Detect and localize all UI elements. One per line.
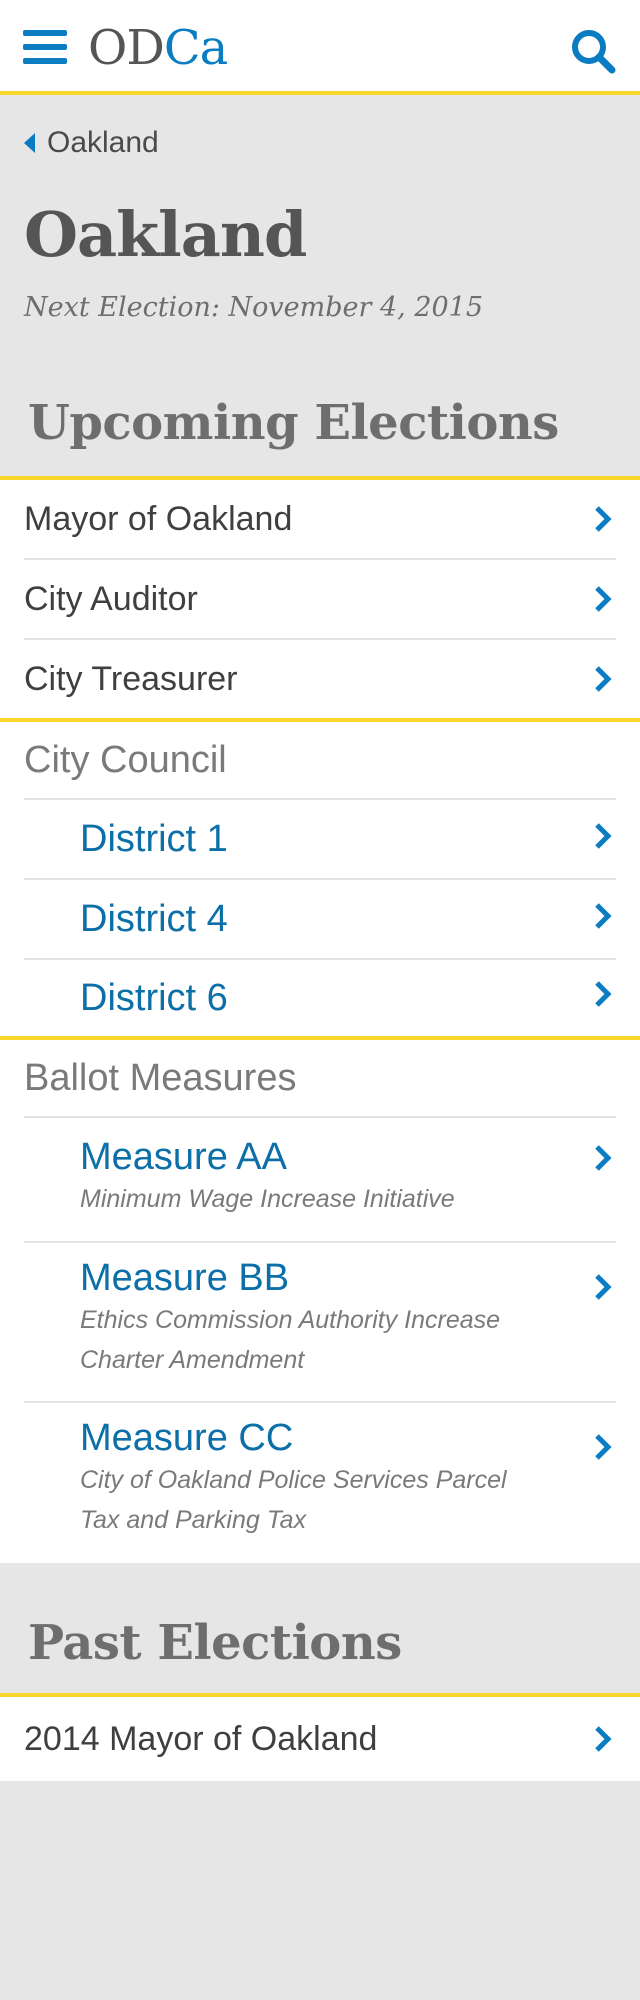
- district-6-link[interactable]: District 6: [24, 960, 616, 1036]
- page-title: Oakland: [24, 198, 307, 271]
- list-item-mayor[interactable]: Mayor of Oakland: [24, 480, 616, 560]
- district-1-link[interactable]: District 1: [24, 800, 616, 880]
- district-4-link[interactable]: District 4: [24, 880, 616, 960]
- breadcrumb-label: Oakland: [47, 126, 159, 159]
- chevron-right-icon: [595, 1726, 612, 1752]
- measure-description: Ethics Commission Authority Increase Cha…: [80, 1306, 501, 1374]
- chevron-right-icon: [595, 823, 612, 849]
- past-elections-list: 2014 Mayor of Oakland: [0, 1697, 640, 1781]
- list-item-2014-mayor[interactable]: 2014 Mayor of Oakland: [24, 1697, 616, 1781]
- measure-cc-link[interactable]: Measure CC City of Oakland Police Servic…: [24, 1403, 616, 1543]
- measure-label: Measure CC: [80, 1417, 294, 1459]
- district-label: District 6: [80, 976, 228, 1019]
- past-elections-heading: Past Elections: [28, 1615, 402, 1671]
- ballot-measures-title: Ballot Measures: [24, 1040, 616, 1118]
- chevron-right-icon: [595, 1145, 612, 1171]
- chevron-right-icon: [595, 981, 612, 1007]
- ballot-measures-group: Ballot Measures Measure AA Minimum Wage …: [0, 1040, 640, 1563]
- past-elections-header: Past Elections: [0, 1563, 640, 1693]
- measure-bb-link[interactable]: Measure BB Ethics Commission Authority I…: [24, 1243, 616, 1403]
- district-label: District 4: [80, 897, 228, 940]
- chevron-right-icon: [595, 506, 612, 532]
- site-logo[interactable]: ODCa: [88, 18, 228, 78]
- list-item-label: 2014 Mayor of Oakland: [24, 1719, 378, 1758]
- city-council-title: City Council: [24, 722, 616, 800]
- measure-aa-link[interactable]: Measure AA Minimum Wage Increase Initiat…: [24, 1118, 616, 1243]
- list-item-treasurer[interactable]: City Treasurer: [24, 640, 616, 718]
- chevron-right-icon: [595, 1434, 612, 1460]
- offices-list: Mayor of Oakland City Auditor City Treas…: [0, 480, 640, 718]
- measure-description: Minimum Wage Increase Initiative: [80, 1185, 455, 1213]
- logo-primary: OD: [88, 20, 165, 76]
- measure-label: Measure AA: [80, 1136, 287, 1178]
- top-bar: ODCa: [0, 0, 640, 95]
- chevron-right-icon: [595, 666, 612, 692]
- city-council-group: City Council District 1 District 4 Distr…: [0, 722, 640, 1036]
- list-item-label: City Auditor: [24, 579, 198, 618]
- page-footer-space: [0, 1781, 640, 1981]
- search-icon[interactable]: [570, 28, 616, 74]
- list-item-auditor[interactable]: City Auditor: [24, 560, 616, 640]
- caret-left-icon: [24, 133, 35, 153]
- upcoming-elections-heading: Upcoming Elections: [28, 395, 559, 451]
- list-item-label: Mayor of Oakland: [24, 499, 293, 538]
- chevron-right-icon: [595, 586, 612, 612]
- district-label: District 1: [80, 817, 228, 860]
- measure-description: City of Oakland Police Services Parcel T…: [80, 1466, 507, 1534]
- measure-label: Measure BB: [80, 1257, 290, 1299]
- hamburger-menu-icon[interactable]: [23, 30, 67, 64]
- hero: Oakland Oakland Next Election: November …: [0, 95, 640, 476]
- next-election-date: Next Election: November 4, 2015: [24, 292, 484, 323]
- breadcrumb[interactable]: Oakland: [24, 126, 159, 160]
- list-item-label: City Treasurer: [24, 659, 238, 698]
- logo-accent: Ca: [163, 20, 228, 76]
- chevron-right-icon: [595, 1274, 612, 1300]
- chevron-right-icon: [595, 903, 612, 929]
